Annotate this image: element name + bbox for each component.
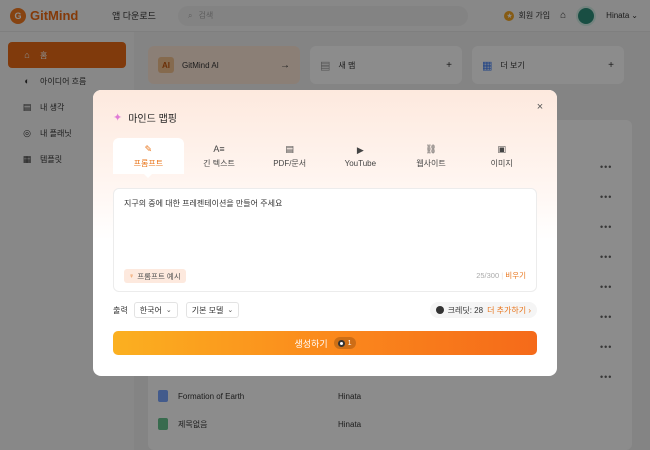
bulb-icon: ♀ <box>129 272 135 280</box>
link-icon: ⛓ <box>425 143 437 154</box>
prompt-textarea[interactable]: 지구의 중에 대한 프레젠테이션을 만들어 주세요 ♀ 프롬프트 예시 25/3… <box>113 188 537 292</box>
tab-label: PDF/문서 <box>273 158 307 168</box>
credits-value: 크레딧: 28 <box>447 305 484 315</box>
chevron-down-icon: ⌄ <box>165 307 172 314</box>
tab-label: 긴 텍스트 <box>203 158 235 168</box>
file-icon: ▤ <box>285 143 294 154</box>
youtube-icon: ▶ <box>356 144 364 155</box>
tab-label: 이미지 <box>490 158 513 168</box>
generate-button[interactable]: 생성하기 1 <box>113 331 537 355</box>
credits-badge: 크레딧: 28 더 추가하기 › <box>429 302 537 318</box>
prompt-example-button[interactable]: ♀ 프롬프트 예시 <box>124 269 186 283</box>
mind-mapping-dialog: ✦ 마인드 맵핑 × ✎ 프롬프트 A≡ 긴 텍스트 ▤ PDF/문서 ▶ Yo… <box>93 90 557 376</box>
character-counter: 25/300 | 비우기 <box>476 271 526 280</box>
close-icon[interactable]: × <box>533 100 547 114</box>
source-tabs: ✎ 프롬프트 A≡ 긴 텍스트 ▤ PDF/문서 ▶ YouTube ⛓ 웹사이… <box>113 138 537 178</box>
tab-prompt[interactable]: ✎ 프롬프트 <box>113 138 184 178</box>
tab-label: YouTube <box>344 158 377 168</box>
tab-pdf-document[interactable]: ▤ PDF/문서 <box>254 138 325 174</box>
text-icon: A≡ <box>213 143 225 154</box>
cost-value: 1 <box>347 339 352 347</box>
chevron-down-icon: ⌄ <box>227 307 234 314</box>
cost-badge: 1 <box>333 337 356 349</box>
coin-icon <box>337 339 345 347</box>
language-value: 한국어 <box>139 305 162 315</box>
counter-value: 25/300 <box>476 271 500 280</box>
pen-icon: ✎ <box>144 143 153 154</box>
prompt-value: 지구의 중에 대한 프레젠테이션을 만들어 주세요 <box>124 199 283 208</box>
clear-button[interactable]: 비우기 <box>505 271 526 280</box>
sparkle-icon: ✦ <box>113 112 123 124</box>
tab-label: 웹사이트 <box>416 158 446 168</box>
image-icon: ▣ <box>497 143 506 154</box>
generate-label: 생성하기 <box>294 338 328 349</box>
tab-long-text[interactable]: A≡ 긴 텍스트 <box>184 138 255 174</box>
dialog-title-text: 마인드 맵핑 <box>128 114 177 125</box>
coin-icon <box>435 306 444 314</box>
options-row: 출력 한국어 ⌄ 기본 모델 ⌄ 크레딧: 28 더 추가하기 › <box>113 302 537 318</box>
tab-label: 프롬프트 <box>133 158 164 168</box>
output-label: 출력 <box>113 305 128 315</box>
model-select[interactable]: 기본 모델 ⌄ <box>185 302 240 318</box>
language-select[interactable]: 한국어 ⌄ <box>133 302 178 318</box>
tab-website[interactable]: ⛓ 웹사이트 <box>396 138 467 174</box>
model-value: 기본 모델 <box>191 305 224 315</box>
tab-image[interactable]: ▣ 이미지 <box>466 138 537 174</box>
get-more-credits-link[interactable]: 더 추가하기 › <box>487 305 531 316</box>
prompt-example-label: 프롬프트 예시 <box>137 271 181 281</box>
tab-youtube[interactable]: ▶ YouTube <box>325 138 396 174</box>
dialog-title: ✦ 마인드 맵핑 <box>113 110 177 125</box>
